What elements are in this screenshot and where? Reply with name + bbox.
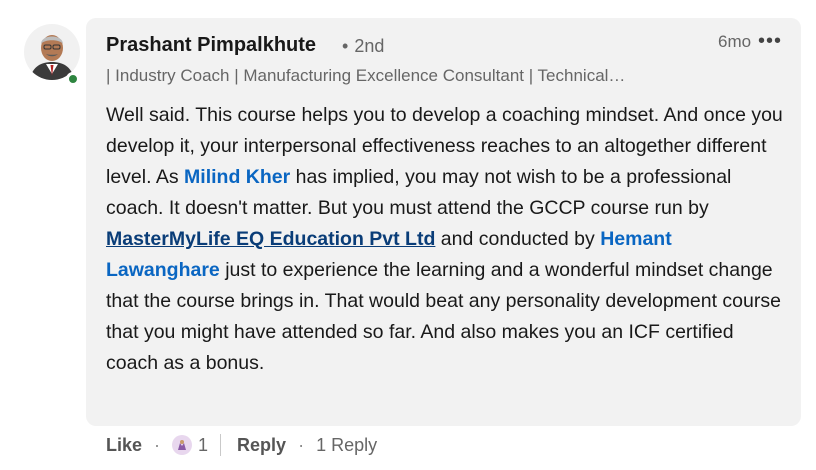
comment-actions: Like · 1 Reply · 1 Reply — [106, 432, 377, 458]
connection-degree-label: 2nd — [354, 36, 385, 56]
comment-timestamp: 6mo — [718, 32, 752, 51]
comment-text-part: and conducted by — [435, 228, 601, 250]
reply-button[interactable]: Reply — [237, 435, 286, 456]
company-link[interactable]: MasterMyLife EQ Education Pvt Ltd — [106, 228, 435, 250]
separator-dot: · — [298, 434, 305, 455]
like-button[interactable]: Like — [106, 435, 142, 456]
replies-count-link[interactable]: 1 Reply — [316, 435, 377, 456]
author-headline: | Industry Coach | Manufacturing Excelle… — [106, 66, 626, 85]
praise-hands-icon[interactable] — [172, 435, 193, 455]
reaction-count[interactable]: 1 — [198, 435, 208, 456]
connection-degree: • 2nd — [342, 36, 385, 56]
actions-divider — [220, 434, 222, 456]
online-status-indicator — [66, 72, 80, 86]
author-name[interactable]: Prashant Pimpalkhute — [106, 34, 316, 57]
more-options-icon[interactable]: ••• — [758, 30, 782, 53]
avatar-container[interactable] — [22, 22, 82, 88]
separator-dot: · — [154, 434, 161, 455]
comment-text: Well said. This course helps you to deve… — [106, 100, 786, 379]
mention-link[interactable]: Milind Kher — [184, 166, 290, 188]
comment-bubble: Prashant Pimpalkhute • 2nd 6mo ••• | Indu… — [86, 18, 801, 426]
